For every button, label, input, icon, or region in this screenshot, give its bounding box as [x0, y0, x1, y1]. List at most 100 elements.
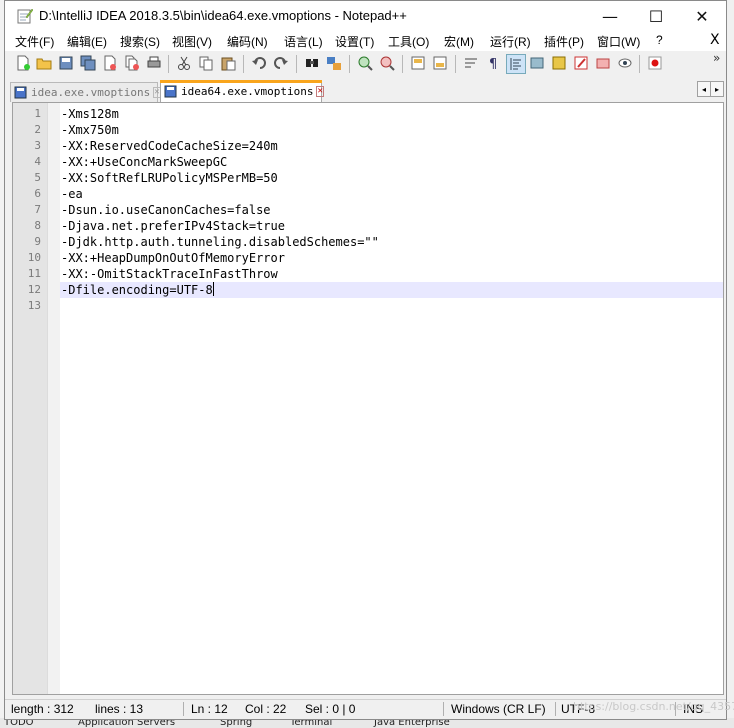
menu-encoding[interactable]: 编码(N): [227, 33, 268, 50]
line-number: 6: [34, 187, 41, 200]
maximize-button[interactable]: ☐: [633, 1, 679, 31]
sync-vertical-icon[interactable]: [409, 54, 427, 72]
menu-tools[interactable]: 工具(O): [388, 33, 429, 50]
menu-window[interactable]: 窗口(W): [597, 33, 640, 50]
tab-label: idea.exe.vmoptions: [31, 86, 151, 99]
status-length: length : 312: [11, 702, 74, 716]
line-number: 11: [27, 267, 41, 280]
tab-idea-exe-vmoptions[interactable]: idea.exe.vmoptions ✕: [10, 82, 161, 102]
menu-run[interactable]: 运行(R): [490, 33, 531, 50]
status-line-number: Ln : 12: [191, 702, 228, 716]
zoom-in-icon[interactable]: [356, 54, 374, 72]
editor-line[interactable]: 4 -XX:+UseConcMarkSweepGC: [13, 154, 723, 170]
line-text: -Djdk.http.auth.tunneling.disabledScheme…: [61, 235, 379, 249]
doc-map-icon[interactable]: [528, 54, 546, 72]
cut-icon[interactable]: [175, 54, 193, 72]
text-caret: [212, 282, 214, 296]
menu-macro[interactable]: 宏(M): [444, 33, 474, 50]
editor-lines: 1 -Xms128m 2 -Xmx750m 3 -XX:ReservedCodeCache…: [13, 106, 723, 314]
editor-line[interactable]: 13: [13, 298, 723, 314]
replace-icon[interactable]: [325, 54, 343, 72]
watermark-text: https://blog.csdn.net/qq_43573043: [573, 700, 734, 713]
editor-line[interactable]: 6 -ea: [13, 186, 723, 202]
copy-icon[interactable]: [197, 54, 215, 72]
toolbar-overflow-chevron-icon[interactable]: »: [713, 51, 720, 65]
save-icon[interactable]: [57, 54, 75, 72]
menu-search[interactable]: 搜索(S): [120, 33, 160, 50]
document-tab-bar: idea.exe.vmoptions ✕ idea64.exe.vmoption…: [10, 80, 724, 102]
line-text: -ea: [61, 187, 83, 201]
toolbar-separator: [455, 55, 456, 73]
close-icon[interactable]: [101, 54, 119, 72]
tab-idea64-exe-vmoptions[interactable]: idea64.exe.vmoptions ✕: [160, 80, 324, 102]
line-number: 9: [34, 235, 41, 248]
show-all-chars-icon[interactable]: ¶: [484, 54, 502, 72]
status-divider: [555, 702, 556, 716]
text-editor[interactable]: 1 -Xms128m 2 -Xmx750m 3 -XX:ReservedCodeCache…: [12, 102, 724, 695]
line-number: 5: [34, 171, 41, 184]
open-file-icon[interactable]: [35, 54, 53, 72]
line-text: -Djava.net.preferIPv4Stack=true: [61, 219, 285, 233]
folder-workspace-icon[interactable]: [572, 54, 590, 72]
indent-guide-icon[interactable]: [506, 54, 526, 74]
save-all-icon[interactable]: [79, 54, 97, 72]
record-macro-icon[interactable]: [646, 54, 664, 72]
line-number: 1: [34, 107, 41, 120]
zoom-out-icon[interactable]: [378, 54, 396, 72]
line-number: 3: [34, 139, 41, 152]
editor-line[interactable]: 7 -Dsun.io.useCanonCaches=false: [13, 202, 723, 218]
tab-label: idea64.exe.vmoptions: [181, 85, 314, 98]
minimize-button[interactable]: —: [587, 1, 633, 31]
line-number: 10: [27, 251, 41, 264]
menu-file[interactable]: 文件(F): [15, 33, 54, 50]
close-document-button[interactable]: X: [710, 32, 720, 48]
word-wrap-icon[interactable]: [462, 54, 480, 72]
toolbar-separator: [243, 55, 244, 73]
title-bar[interactable]: D:\IntelliJ IDEA 2018.3.5\bin\idea64.exe…: [5, 1, 726, 31]
editor-line[interactable]: 8 -Djava.net.preferIPv4Stack=true: [13, 218, 723, 234]
editor-line[interactable]: 12 -Dfile.encoding=UTF-8: [13, 282, 723, 298]
menu-view[interactable]: 视图(V): [172, 33, 212, 50]
new-file-icon[interactable]: [14, 54, 32, 72]
editor-line[interactable]: 9 -Djdk.http.auth.tunneling.disabledSchem…: [13, 234, 723, 250]
line-number: 4: [34, 155, 41, 168]
line-text: -Dfile.encoding=UTF-8: [61, 282, 214, 297]
status-divider: [443, 702, 444, 716]
sync-horizontal-icon[interactable]: [431, 54, 449, 72]
line-text: -Xms128m: [61, 107, 119, 121]
line-text: -XX:-OmitStackTraceInFastThrow: [61, 267, 278, 281]
editor-line[interactable]: 10 -XX:+HeapDumpOnOutOfMemoryError: [13, 250, 723, 266]
tab-scroll-right-icon[interactable]: ▸: [710, 81, 724, 97]
status-selection: Sel : 0 | 0: [305, 702, 356, 716]
close-window-button[interactable]: ✕: [679, 1, 725, 31]
redo-icon[interactable]: [272, 54, 290, 72]
line-text: -XX:SoftRefLRUPolicyMSPerMB=50: [61, 171, 278, 185]
line-number: 12: [27, 283, 41, 296]
paste-icon[interactable]: [219, 54, 237, 72]
menu-plugins[interactable]: 插件(P): [544, 33, 584, 50]
menu-help[interactable]: ?: [656, 33, 663, 47]
find-icon[interactable]: [303, 54, 321, 72]
tab-scroll-left-icon[interactable]: ◂: [697, 81, 711, 97]
tab-close-icon[interactable]: ✕: [316, 86, 324, 97]
file-saved-icon: [164, 85, 177, 98]
notepad-plus-plus-window: D:\IntelliJ IDEA 2018.3.5\bin\idea64.exe…: [4, 0, 734, 720]
editor-line[interactable]: 3 -XX:ReservedCodeCacheSize=240m: [13, 138, 723, 154]
status-eol-format[interactable]: Windows (CR LF): [451, 702, 546, 716]
editor-line[interactable]: 11 -XX:-OmitStackTraceInFastThrow: [13, 266, 723, 282]
close-all-icon[interactable]: [123, 54, 141, 72]
menu-bar: 文件(F) 编辑(E) 搜索(S) 视图(V) 编码(N) 语言(L) 设置(T…: [5, 31, 726, 51]
preview-icon[interactable]: [616, 54, 634, 72]
toolbar: ¶ »: [5, 51, 726, 77]
function-list-icon[interactable]: [550, 54, 568, 72]
menu-language[interactable]: 语言(L): [284, 33, 323, 50]
editor-line[interactable]: 2 -Xmx750m: [13, 122, 723, 138]
editor-line[interactable]: 5 -XX:SoftRefLRUPolicyMSPerMB=50: [13, 170, 723, 186]
notepad-app-icon: [17, 8, 33, 24]
monitoring-icon[interactable]: [594, 54, 612, 72]
print-icon[interactable]: [145, 54, 163, 72]
undo-icon[interactable]: [250, 54, 268, 72]
menu-edit[interactable]: 编辑(E): [67, 33, 107, 50]
menu-settings[interactable]: 设置(T): [335, 33, 374, 50]
editor-line[interactable]: 1 -Xms128m: [13, 106, 723, 122]
